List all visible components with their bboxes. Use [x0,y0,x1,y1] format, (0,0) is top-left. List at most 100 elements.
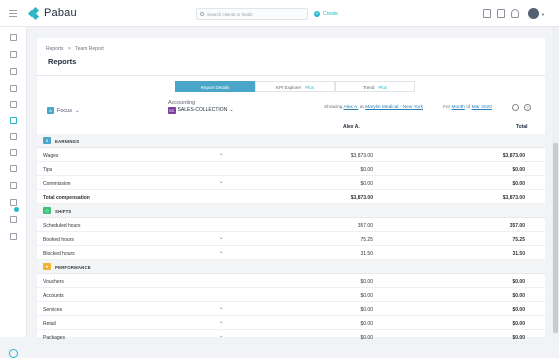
tools-icon[interactable] [10,233,17,240]
chevron-down-icon[interactable]: ⌄ [219,179,224,185]
row-value-person: $0.00 [360,180,373,187]
chevron-down-icon: ⌄ [229,107,234,113]
row-value-total: $0.00 [512,166,525,173]
scrollbar-thumb[interactable] [553,143,558,333]
section-header: ◷ SHIFTS [37,204,545,218]
search-placeholder: Search clients or leads [207,12,253,17]
table-row: Tips $0.00 $0.00 [37,162,545,176]
section-label: SHIFTS [55,208,72,214]
chevron-down-icon[interactable]: ⌄ [219,333,224,339]
row-value-total: $0.00 [512,334,525,341]
table-row[interactable]: Booked hours 75.25 75.25 ⌄ [37,232,545,246]
row-value-total: $3,873.00 [502,152,525,159]
calendar-icon[interactable] [10,51,17,58]
tab-label: Trend [362,85,375,90]
chat-icon[interactable] [9,349,18,358]
dashboard-icon[interactable] [10,34,17,41]
of-label: of [466,105,471,110]
table-row[interactable]: Commission $0.00 $0.00 ⌄ [37,176,545,190]
row-label: Booked hours [43,236,74,243]
avatar[interactable] [528,8,539,19]
row-label: Retail [43,320,56,327]
row-label: Total compensation [43,194,90,201]
for-label: For [443,105,451,110]
tab-trend[interactable]: Trend Plus [335,81,415,92]
section-icon: $ [43,137,51,144]
row-value-person: $0.00 [360,166,373,173]
row-label: Scheduled hours [43,222,81,229]
page-title: Reports [48,57,77,66]
row-value-total: $0.00 [512,292,525,299]
showing-location-link[interactable]: Marylin Medical - New York [365,105,423,110]
section-icon: ◷ [43,207,51,214]
marketing-icon[interactable] [10,165,17,172]
row-value-total: $0.00 [512,306,525,313]
row-value-person: $0.00 [360,334,373,341]
cart-icon[interactable] [10,133,17,140]
showing-filter: Showing Alex A. at Marylin Medical - New… [324,105,423,110]
row-value-person: $0.00 [360,320,373,327]
chevron-down-icon[interactable]: ⌄ [219,249,224,255]
row-value-person: 357.00 [357,222,373,229]
divider [37,75,545,76]
table-row[interactable]: Retail $0.00 $0.00 ⌄ [37,316,545,330]
plus-tag: Plus [378,85,388,90]
pabau-logo[interactable]: Pabau [27,6,77,20]
settings-icon[interactable] [10,216,17,223]
showing-person-link[interactable]: Alex A. [343,105,358,110]
row-label: Blocked hours [43,250,75,257]
reports-icon[interactable] [10,117,17,124]
top-bar: Pabau Search clients or leads + Create ▼ [0,0,559,27]
focus-dropdown[interactable]: A Focus ⌄ [47,107,80,114]
date-link[interactable]: Mar 2020 [472,105,492,110]
table-row[interactable]: Packages $0.00 $0.00 ⌄ [37,330,545,344]
breadcrumb-reports[interactable]: Reports [46,46,64,52]
leads-icon[interactable] [10,85,17,92]
menu-icon[interactable] [9,10,17,17]
row-label: Packages [43,334,65,341]
column-header-person: Alex A. [343,124,360,130]
plus-tag: Plus [305,85,315,90]
location-icon[interactable] [10,182,17,189]
row-value-total: $0.00 [512,180,525,187]
chevron-down-icon[interactable]: ▼ [541,12,545,17]
breadcrumb-team-report: Team Report [75,46,104,52]
table-row[interactable]: Wages $3,873.00 $3,873.00 ⌄ [37,148,545,162]
search-icon [200,12,204,16]
row-value-total: 357.00 [509,222,525,229]
row-label: Services [43,306,63,313]
tab-report-details[interactable]: Report Details [175,81,255,92]
table-row[interactable]: Services $0.00 $0.00 ⌄ [37,302,545,316]
tab-label: KPI Explorer [275,85,302,90]
chevron-down-icon[interactable]: ⌄ [219,151,224,157]
notification-icon[interactable] [511,9,519,18]
chevron-down-icon[interactable]: ⌄ [219,319,224,325]
user-icon[interactable] [10,101,17,108]
table-row[interactable]: Blocked hours 31.50 31.50 ⌄ [37,246,545,260]
chevron-down-icon[interactable]: ⌄ [219,305,224,311]
section-header: ★ PERFORMANCE [37,260,545,274]
search-input[interactable]: Search clients or leads [196,8,308,20]
accounting-value-row: SC SALES-COLLECTION ⌄ [168,107,234,114]
calendar-icon[interactable] [483,9,491,18]
table-row: Scheduled hours 357.00 357.00 [37,218,545,232]
create-button[interactable]: + Create [314,8,338,20]
tab-kpi-explorer[interactable]: KPI Explorer Plus [255,81,335,92]
calendar-check-icon[interactable] [497,9,505,18]
row-value-person: $3,873.00 [350,152,373,159]
inbox-icon[interactable] [10,199,17,206]
row-value-total: 31.50 [512,250,525,257]
chevron-down-icon[interactable]: ⌄ [219,235,224,241]
accounting-label: Accounting [168,100,196,106]
clients-icon[interactable] [10,68,17,75]
tag-icon[interactable] [10,149,17,156]
section-label: EARNINGS [55,138,80,144]
help-icon[interactable]: ? [524,104,531,111]
period-link[interactable]: Month [452,105,465,110]
row-value-total: $0.00 [512,278,525,285]
accounting-selector[interactable]: Accounting SC SALES-COLLECTION ⌄ [168,100,234,114]
period-filter: For Month of Mar 2020 [443,105,492,110]
report-table: $ EARNINGS Wages $3,873.00 $3,873.00 ⌄ Tips $0.… [37,134,545,344]
row-label: Accounts [43,292,64,299]
settings-icon[interactable] [512,104,519,111]
